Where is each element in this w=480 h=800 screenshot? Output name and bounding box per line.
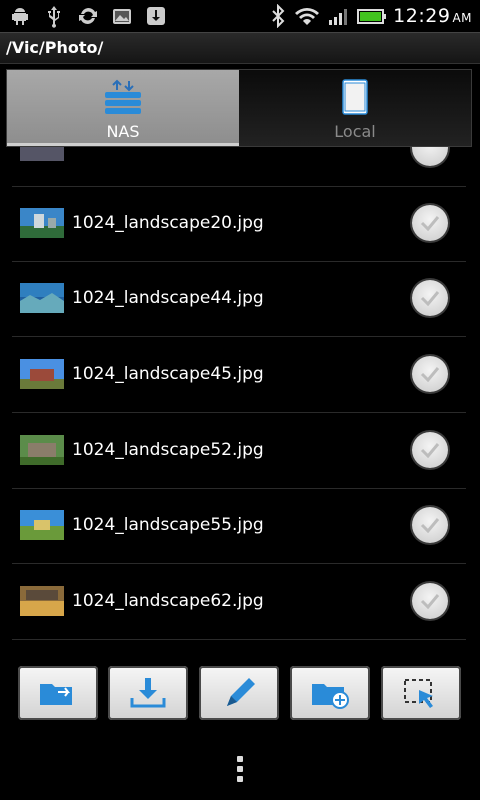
thumbnail-image <box>20 359 64 389</box>
file-name: 1024_landscape52.jpg <box>72 440 264 460</box>
clock: 12:29 AM <box>393 5 472 27</box>
tab-local-label: Local <box>334 122 376 141</box>
check-icon <box>420 216 440 231</box>
usb-icon <box>48 6 60 28</box>
check-icon <box>420 518 440 533</box>
thumbnail-image <box>20 435 64 465</box>
rename-button[interactable] <box>199 666 279 720</box>
list-item[interactable]: 1024_landscape44.jpg <box>12 261 466 337</box>
thumbnail-image <box>20 208 64 238</box>
select-icon <box>404 679 433 708</box>
file-list: 1024_landscape20.jpg 1024_landscape44.jp… <box>12 147 466 657</box>
clock-ampm: AM <box>452 11 472 25</box>
list-item-partial[interactable] <box>12 147 466 187</box>
select-checkbox[interactable] <box>412 583 448 619</box>
select-checkbox[interactable] <box>412 147 448 166</box>
select-checkbox[interactable] <box>412 432 448 468</box>
file-name: 1024_landscape55.jpg <box>72 515 264 535</box>
overflow-menu-icon[interactable] <box>234 756 246 788</box>
file-name: 1024_landscape45.jpg <box>72 364 264 384</box>
file-name: 1024_landscape20.jpg <box>72 213 264 233</box>
select-mode-button[interactable] <box>381 666 461 720</box>
tab-local[interactable]: Local <box>239 70 471 146</box>
list-item[interactable]: 1024_landscape52.jpg <box>12 413 466 489</box>
thumbnail-icon <box>20 147 64 161</box>
battery-icon <box>357 9 387 24</box>
folder-arrow-icon <box>40 684 72 705</box>
download-status-icon <box>147 7 165 25</box>
check-icon <box>420 367 440 382</box>
thumbnail-image <box>20 510 64 540</box>
new-folder-icon <box>312 684 349 709</box>
select-checkbox[interactable] <box>412 280 448 316</box>
signal-icon <box>329 9 348 25</box>
bluetooth-icon <box>272 4 285 28</box>
move-to-folder-button[interactable] <box>18 666 98 720</box>
check-icon <box>420 291 440 306</box>
thumbnail-image <box>20 283 64 313</box>
wifi-icon <box>295 8 320 25</box>
download-button[interactable] <box>108 666 188 720</box>
check-icon <box>420 443 440 458</box>
current-path: /Vic/Photo/ <box>6 38 104 57</box>
android-debug-icon <box>12 8 28 25</box>
select-checkbox[interactable] <box>412 356 448 392</box>
gallery-icon <box>113 9 131 24</box>
list-item[interactable]: 1024_landscape20.jpg <box>12 186 466 262</box>
new-folder-button[interactable] <box>290 666 370 720</box>
file-name: 1024_landscape44.jpg <box>72 288 264 308</box>
check-icon <box>420 594 440 609</box>
list-item[interactable]: 1024_landscape45.jpg <box>12 337 466 413</box>
list-item[interactable]: 1024_landscape55.jpg <box>12 488 466 564</box>
tab-nas[interactable]: NAS <box>7 70 239 146</box>
path-bar: /Vic/Photo/ <box>0 32 480 64</box>
status-bar: 12:29 AM <box>0 0 480 32</box>
device-icon <box>342 79 368 115</box>
pen-icon <box>227 678 255 706</box>
sync-icon <box>79 7 97 25</box>
action-toolbar <box>0 660 480 730</box>
select-checkbox[interactable] <box>412 507 448 543</box>
select-checkbox[interactable] <box>412 205 448 241</box>
thumbnail-image <box>20 586 64 616</box>
tab-nas-label: NAS <box>106 122 140 141</box>
clock-time: 12:29 <box>393 5 451 27</box>
file-name: 1024_landscape62.jpg <box>72 591 264 611</box>
nas-icon <box>105 79 141 114</box>
list-item[interactable]: 1024_landscape62.jpg <box>12 564 466 640</box>
source-tabs: NAS Local <box>6 69 472 147</box>
download-icon <box>130 678 166 708</box>
